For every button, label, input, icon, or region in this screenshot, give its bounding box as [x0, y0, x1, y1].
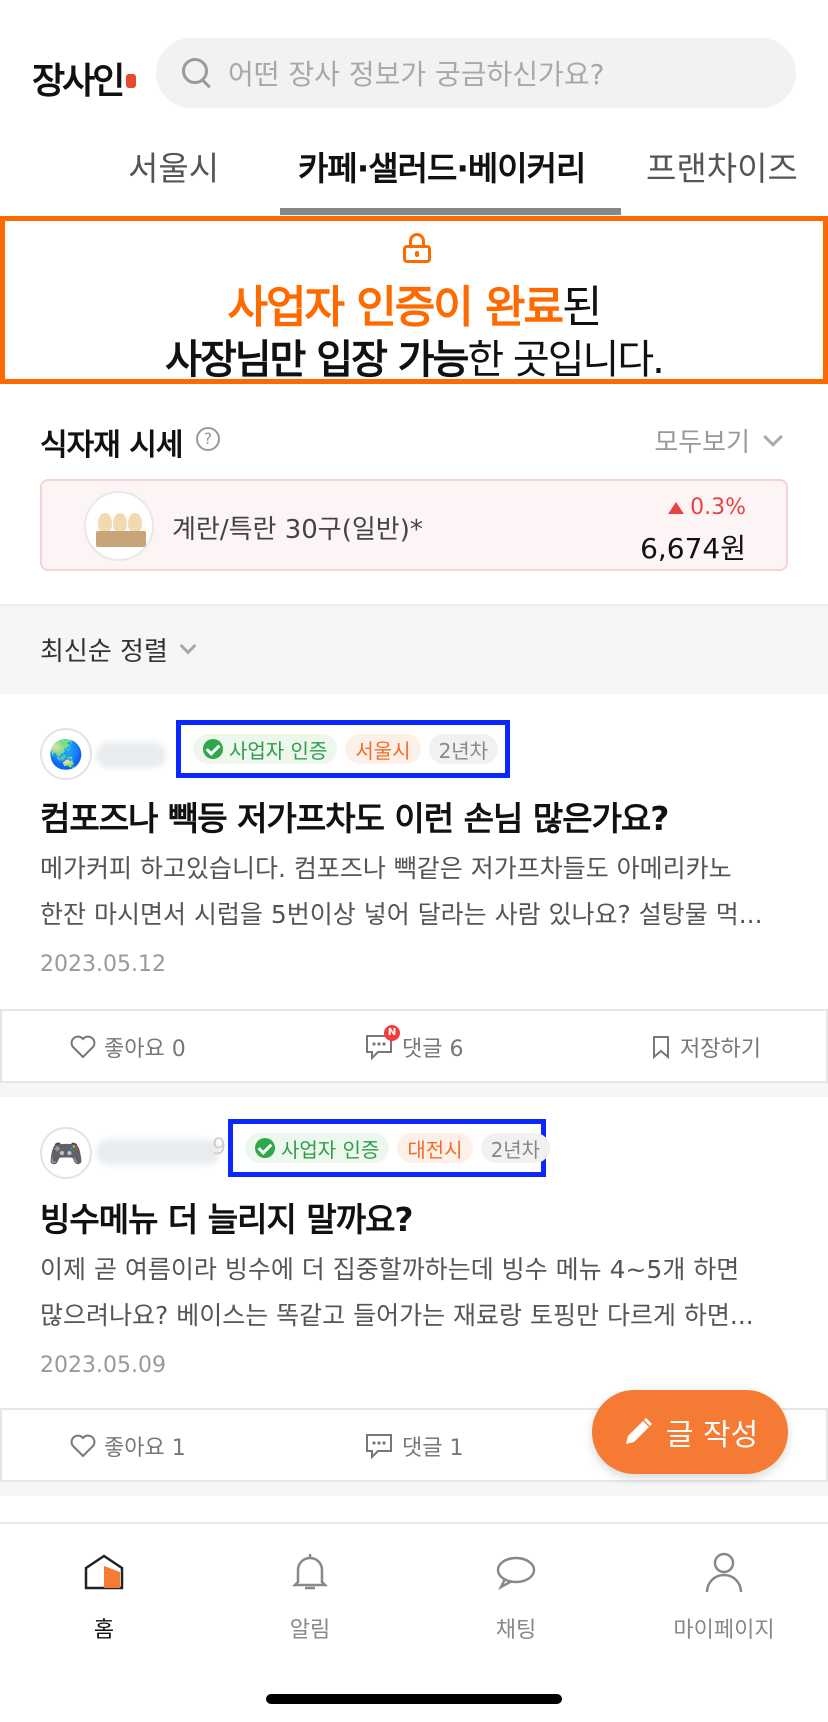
- comment-label: 댓글 1: [402, 1436, 464, 1461]
- item-name: 계란/특란 30구(일반)*: [172, 515, 423, 545]
- up-arrow-icon: [668, 501, 685, 514]
- active-tab-indicator: [280, 208, 621, 215]
- unlock-icon: [403, 233, 431, 263]
- pencil-icon: [625, 1417, 652, 1444]
- like-label: 좋아요 1: [104, 1436, 186, 1461]
- comment-icon: [364, 1432, 394, 1460]
- banner-line1-rest: 된: [562, 282, 603, 333]
- gamepad-icon: 🎮: [40, 1127, 92, 1179]
- item-price: 6,674원: [640, 532, 746, 565]
- tab-cafe-salad-bakery[interactable]: 카페·샐러드·베이커리: [298, 142, 586, 190]
- post-date: 2023.05.12: [40, 952, 166, 977]
- post-body-line: 메가커피 하고있습니다. 컴포즈나 빽같은 저가프차들도 아메리카노: [40, 854, 732, 883]
- earth-icon: 🌏: [40, 728, 92, 780]
- post-body-line: 많으려나요? 베이스는 똑같고 들어가는 재료랑 토핑만 다르게 하면...: [40, 1301, 754, 1330]
- tab-seoul[interactable]: 서울시: [128, 142, 219, 190]
- save-label: 저장하기: [680, 1037, 761, 1062]
- banner-highlight: 사업자 인증이 완료: [227, 282, 564, 333]
- verified-label: 사업자 인증: [281, 1137, 380, 1162]
- post-title[interactable]: 빙수메뉴 더 늘리지 말까요?: [40, 1193, 414, 1241]
- logo-seal-icon: [126, 74, 137, 88]
- post-action-bar: 좋아요 0 N 댓글 6 저장하기: [0, 1009, 828, 1083]
- price-change-value: 0.3%: [690, 495, 746, 520]
- see-all-button[interactable]: 모두보기: [654, 422, 783, 459]
- banner-line2: 사장님만 입장 가능한 곳입니다.: [5, 327, 823, 385]
- banner-line2-rest: 한 곳입니다.: [467, 337, 664, 383]
- price-change: 0.3%: [668, 495, 746, 520]
- sort-dropdown[interactable]: 최신순 정렬: [40, 631, 197, 668]
- badge-highlight-box: 사업자 인증 대전시 2년차: [228, 1119, 551, 1177]
- nav-mypage-label: 마이페이지: [673, 1618, 775, 1643]
- chevron-down-icon: [763, 426, 783, 447]
- write-post-label: 글 작성: [665, 1418, 759, 1453]
- price-card[interactable]: 계란/특란 30구(일반)* 0.3% 6,674원: [40, 479, 788, 571]
- author-name-blurred: [96, 742, 166, 768]
- verification-banner: 사업자 인증이 완료된 사장님만 입장 가능한 곳입니다.: [0, 216, 828, 384]
- save-button[interactable]: 저장하기: [652, 1031, 761, 1063]
- post-body-line: 이제 곧 여름이라 빙수에 더 집중할까하는데 빙수 메뉴 4~5개 하면: [40, 1255, 740, 1284]
- like-button[interactable]: 좋아요 1: [70, 1430, 186, 1462]
- region-badge: 대전시: [397, 1133, 473, 1163]
- verified-label: 사업자 인증: [229, 738, 328, 763]
- market-title: 식자재 시세: [40, 428, 183, 463]
- egg-icon: [84, 491, 154, 561]
- chat-icon: [496, 1556, 536, 1590]
- nav-chat[interactable]: 채팅: [436, 1544, 596, 1644]
- chevron-down-icon: [179, 637, 197, 654]
- banner-line1: 사업자 인증이 완료된: [5, 271, 823, 335]
- help-icon[interactable]: ?: [196, 427, 220, 451]
- like-button[interactable]: 좋아요 0: [70, 1031, 186, 1063]
- region-badge: 서울시: [345, 734, 421, 764]
- bell-icon: [292, 1554, 328, 1590]
- home-icon: [84, 1554, 124, 1590]
- category-tabs: 서울시 카페·샐러드·베이커리 프랜차이즈: [0, 130, 828, 215]
- comment-icon: N: [364, 1025, 400, 1061]
- app-logo[interactable]: 장사인: [32, 52, 137, 104]
- logo-text: 장사인: [32, 60, 125, 102]
- comment-button[interactable]: N 댓글 6: [364, 1025, 464, 1063]
- home-indicator: [266, 1694, 562, 1704]
- nav-home[interactable]: 홈: [24, 1544, 184, 1644]
- sort-label: 최신순 정렬: [40, 637, 168, 667]
- post-separator: [0, 1083, 828, 1097]
- see-all-label: 모두보기: [654, 428, 750, 458]
- nav-home-label: 홈: [93, 1618, 115, 1643]
- verified-badge: 사업자 인증: [245, 1133, 390, 1163]
- banner-line2-bold: 사장님만 입장 가능: [165, 337, 469, 383]
- check-icon: [255, 1138, 275, 1158]
- post-body-line: 한잔 마시면서 시럽을 5번이상 넣어 달라는 사람 있나요? 설탕물 먹...: [40, 900, 763, 929]
- comment-button[interactable]: 댓글 1: [364, 1430, 463, 1462]
- bookmark-icon: [653, 1036, 669, 1059]
- post-title[interactable]: 컴포즈나 빽등 저가프차도 이런 손님 많은가요?: [40, 792, 669, 840]
- new-comment-badge: N: [384, 1025, 400, 1041]
- author-name-partial: 9: [212, 1135, 226, 1160]
- heart-icon: [70, 1434, 96, 1458]
- post-body[interactable]: 메가커피 하고있습니다. 컴포즈나 빽같은 저가프차들도 아메리카노 한잔 마시…: [40, 846, 792, 938]
- person-icon: [705, 1552, 743, 1593]
- search-placeholder: 어떤 장사 정보가 궁금하신가요?: [228, 58, 605, 91]
- author-name-blurred: [96, 1139, 220, 1165]
- years-badge: 2년차: [480, 1133, 551, 1163]
- post-body[interactable]: 이제 곧 여름이라 빙수에 더 집중할까하는데 빙수 메뉴 4~5개 하면 많으…: [40, 1247, 792, 1339]
- verified-badge: 사업자 인증: [193, 734, 338, 764]
- post-separator: [0, 1482, 828, 1496]
- nav-chat-label: 채팅: [495, 1618, 537, 1643]
- badge-highlight-box: 사업자 인증 서울시 2년차: [176, 720, 510, 778]
- comment-label: 댓글 6: [402, 1037, 464, 1062]
- nav-alerts-label: 알림: [289, 1618, 331, 1643]
- write-post-button[interactable]: 글 작성: [592, 1390, 788, 1474]
- heart-icon: [70, 1035, 96, 1059]
- like-label: 좋아요 0: [104, 1037, 186, 1062]
- check-icon: [203, 739, 223, 759]
- app-header: 장사인 어떤 장사 정보가 궁금하신가요?: [0, 0, 828, 120]
- search-bar[interactable]: 어떤 장사 정보가 궁금하신가요?: [156, 38, 796, 108]
- bottom-navigation: 홈 알림 채팅 마이페이지: [0, 1522, 828, 1722]
- search-icon: [180, 56, 214, 90]
- nav-alerts[interactable]: 알림: [230, 1544, 390, 1644]
- years-badge: 2년차: [428, 734, 499, 764]
- tab-franchise[interactable]: 프랜차이즈: [646, 142, 798, 190]
- post-date: 2023.05.09: [40, 1353, 166, 1378]
- nav-mypage[interactable]: 마이페이지: [644, 1544, 804, 1644]
